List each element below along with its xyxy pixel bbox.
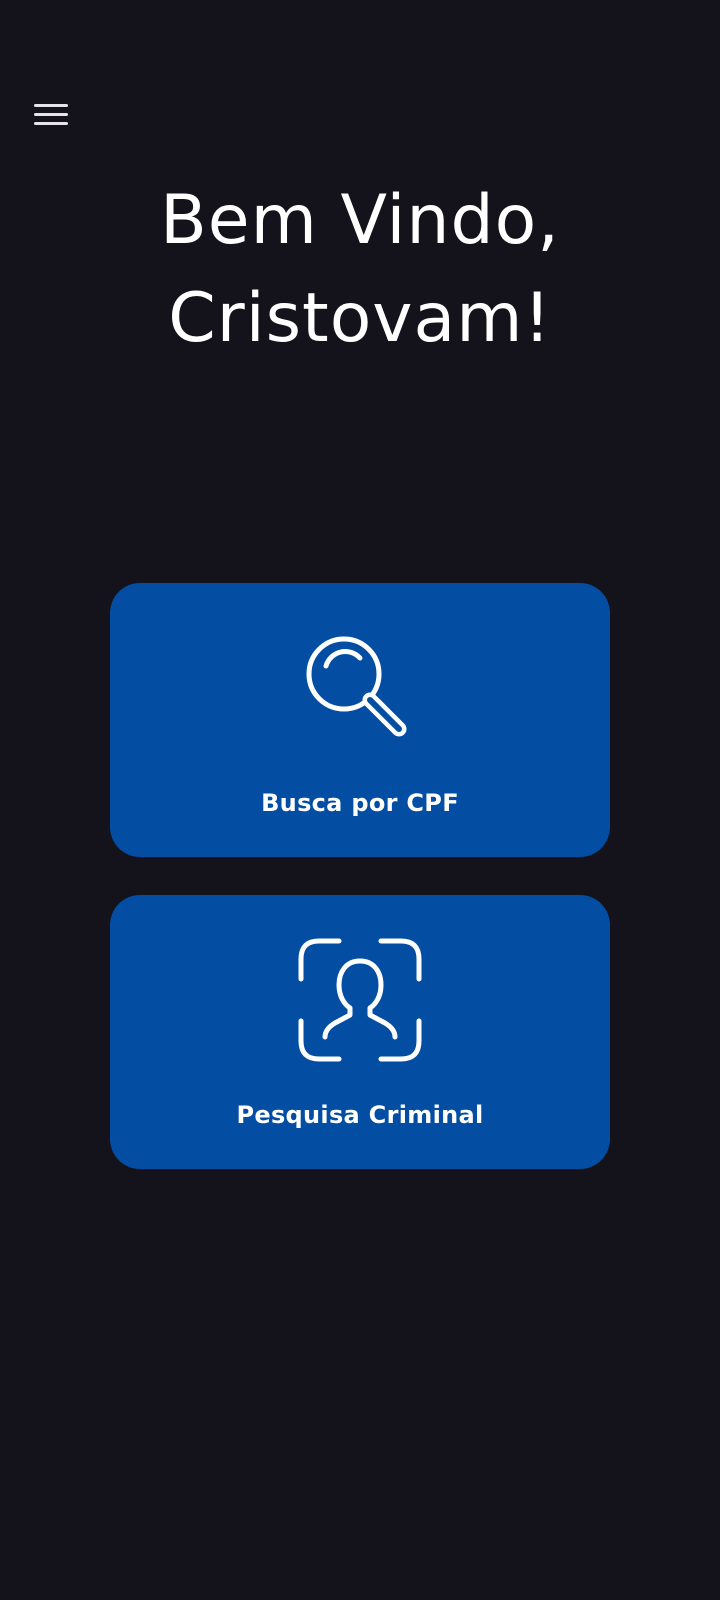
menu-bar [34, 112, 68, 116]
user-name: Cristovam! [168, 279, 552, 358]
cpf-search-button[interactable]: Busca por CPF [110, 583, 610, 857]
cpf-search-label: Busca por CPF [261, 789, 459, 817]
face-scan-icon [298, 938, 422, 1062]
menu-bar [34, 103, 68, 107]
welcome-line: Bem Vindo, [160, 181, 560, 260]
menu-bar [34, 121, 68, 125]
magnifying-glass-icon [306, 636, 407, 737]
criminal-search-label: Pesquisa Criminal [236, 1101, 484, 1129]
welcome-heading: Bem Vindo, Cristovam! [0, 172, 720, 368]
menu-button[interactable] [30, 98, 72, 130]
criminal-search-button[interactable]: Pesquisa Criminal [110, 895, 610, 1169]
